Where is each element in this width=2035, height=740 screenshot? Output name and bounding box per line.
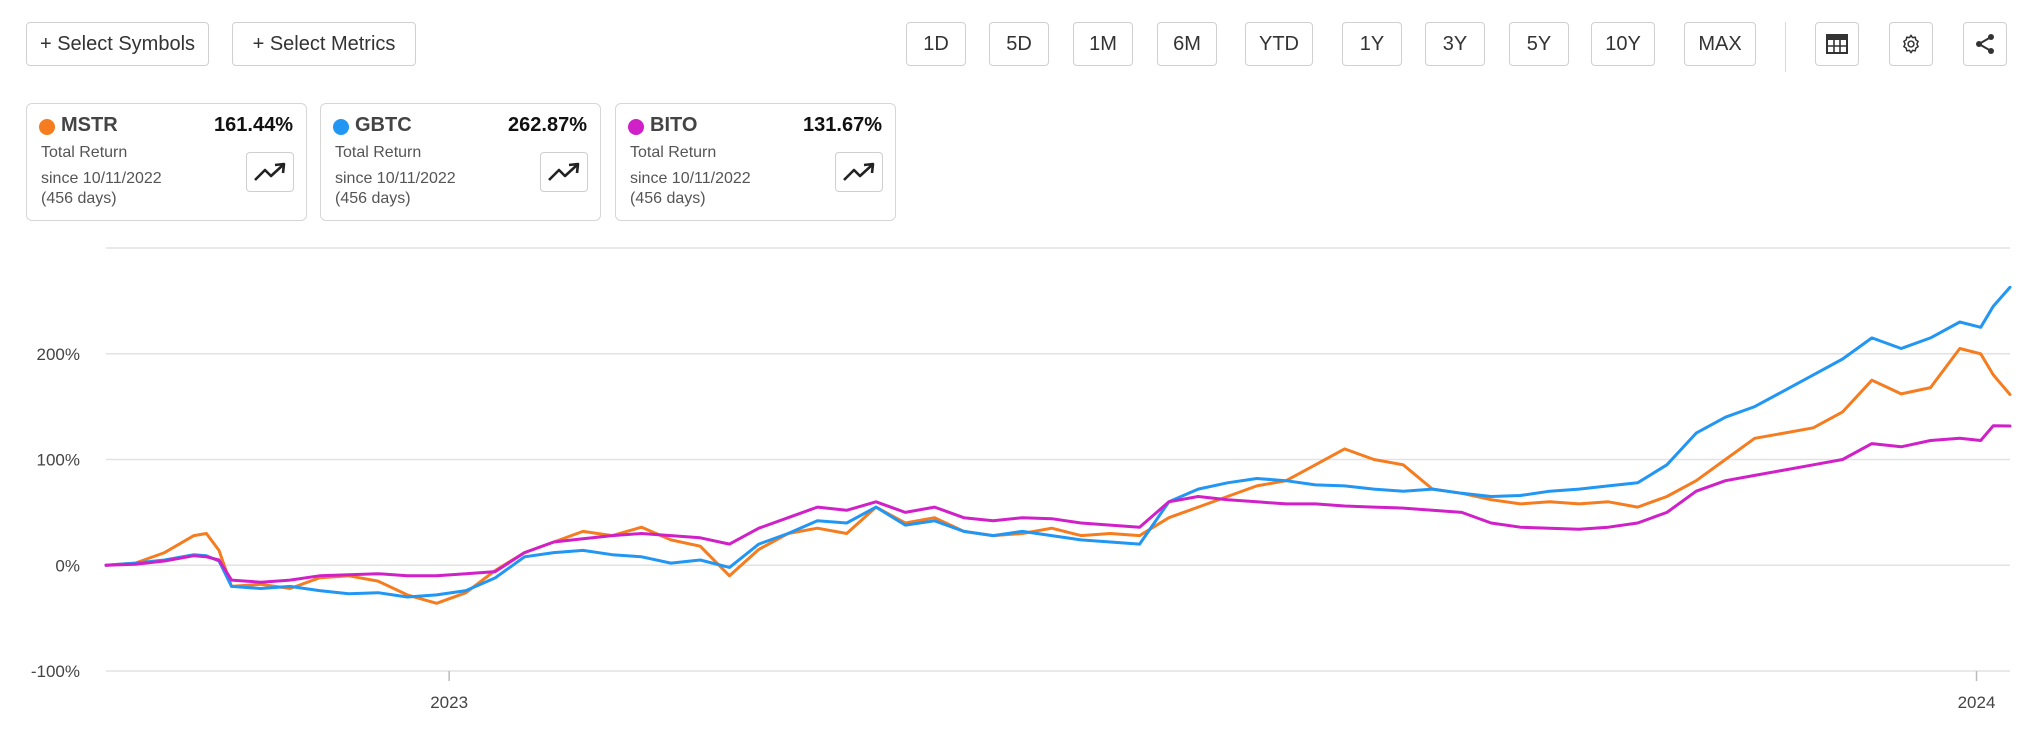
table-icon <box>1826 34 1848 54</box>
range-6m-button[interactable]: 6M <box>1157 22 1217 66</box>
trending-up-icon <box>843 162 875 181</box>
range-ytd-button[interactable]: YTD <box>1245 22 1313 66</box>
symbol-card-gbtc[interactable]: GBTC 262.87% Total Return since 10/11/20… <box>320 103 601 221</box>
trending-up-icon <box>254 162 286 181</box>
metric-label: Total Return <box>335 144 422 161</box>
symbol-name: BITO <box>650 114 698 136</box>
gear-icon <box>1903 34 1919 54</box>
series-color-dot <box>628 119 644 135</box>
axes: -100% 0% 100% 200% 2023 2024 <box>31 345 1996 712</box>
trending-up-icon <box>548 162 580 181</box>
select-symbols-button[interactable]: + Select Symbols <box>26 22 209 66</box>
total-return-chart[interactable]: -100% 0% 100% 200% 2023 2024 <box>0 230 2035 740</box>
toolbar-separator <box>1785 22 1786 72</box>
y-tick-label: -100% <box>31 662 80 681</box>
since-date: since 10/11/2022 <box>335 170 456 187</box>
range-3y-button[interactable]: 3Y <box>1425 22 1485 66</box>
series-line-gbtc[interactable] <box>104 285 2012 599</box>
symbol-name: GBTC <box>355 114 412 136</box>
select-metrics-button[interactable]: + Select Metrics <box>232 22 416 66</box>
range-10y-button[interactable]: 10Y <box>1591 22 1655 66</box>
y-tick-label: 100% <box>37 451 80 470</box>
range-5y-button[interactable]: 5Y <box>1509 22 1569 66</box>
settings-button[interactable] <box>1889 22 1933 66</box>
range-1d-button[interactable]: 1D <box>906 22 966 66</box>
range-1y-button[interactable]: 1Y <box>1342 22 1402 66</box>
total-return-value: 161.44% <box>214 114 293 136</box>
y-tick-label: 0% <box>55 556 80 575</box>
days-count: (456 days) <box>630 190 706 207</box>
days-count: (456 days) <box>335 190 411 207</box>
range-5d-button[interactable]: 5D <box>989 22 1049 66</box>
series-color-dot <box>39 119 55 135</box>
y-tick-label: 200% <box>37 345 80 364</box>
x-tick-label: 2023 <box>430 693 468 712</box>
total-return-value: 131.67% <box>803 114 882 136</box>
trend-chart-button[interactable] <box>540 152 588 192</box>
since-date: since 10/11/2022 <box>41 170 162 187</box>
total-return-value: 262.87% <box>508 114 587 136</box>
share-icon <box>1976 34 1994 54</box>
symbol-card-bito[interactable]: BITO 131.67% Total Return since 10/11/20… <box>615 103 896 221</box>
table-view-button[interactable] <box>1815 22 1859 66</box>
share-button[interactable] <box>1963 22 2007 66</box>
range-max-button[interactable]: MAX <box>1684 22 1756 66</box>
range-1m-button[interactable]: 1M <box>1073 22 1133 66</box>
trend-chart-button[interactable] <box>835 152 883 192</box>
series-lines <box>104 285 2012 605</box>
series-line-bito[interactable] <box>104 424 2012 584</box>
series-color-dot <box>333 119 349 135</box>
days-count: (456 days) <box>41 190 117 207</box>
x-tick-label: 2024 <box>1958 693 1996 712</box>
symbol-name: MSTR <box>61 114 118 136</box>
symbol-card-mstr[interactable]: MSTR 161.44% Total Return since 10/11/20… <box>26 103 307 221</box>
since-date: since 10/11/2022 <box>630 170 751 187</box>
metric-label: Total Return <box>630 144 717 161</box>
trend-chart-button[interactable] <box>246 152 294 192</box>
metric-label: Total Return <box>41 144 128 161</box>
